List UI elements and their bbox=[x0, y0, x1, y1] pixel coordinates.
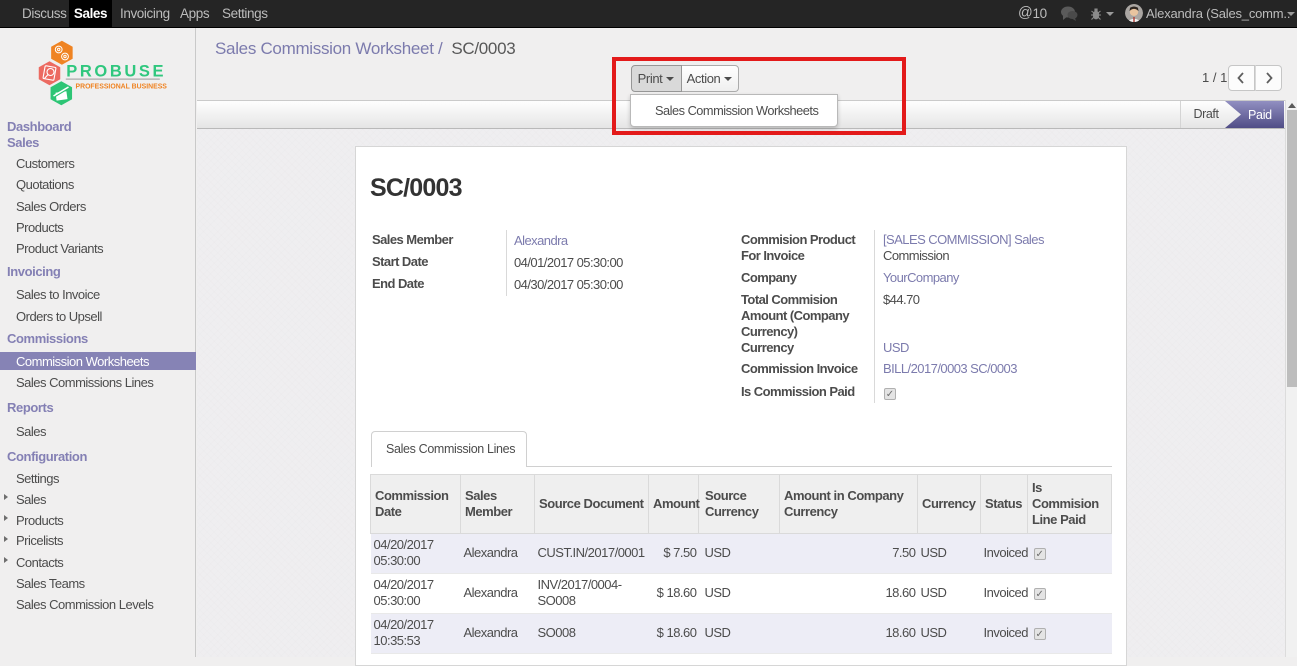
svg-text:PROFESSIONAL BUSINESS: PROFESSIONAL BUSINESS bbox=[76, 84, 168, 91]
svg-text:Paid: Paid bbox=[1248, 108, 1272, 122]
svg-text:PROBUSE: PROBUSE bbox=[66, 63, 166, 81]
